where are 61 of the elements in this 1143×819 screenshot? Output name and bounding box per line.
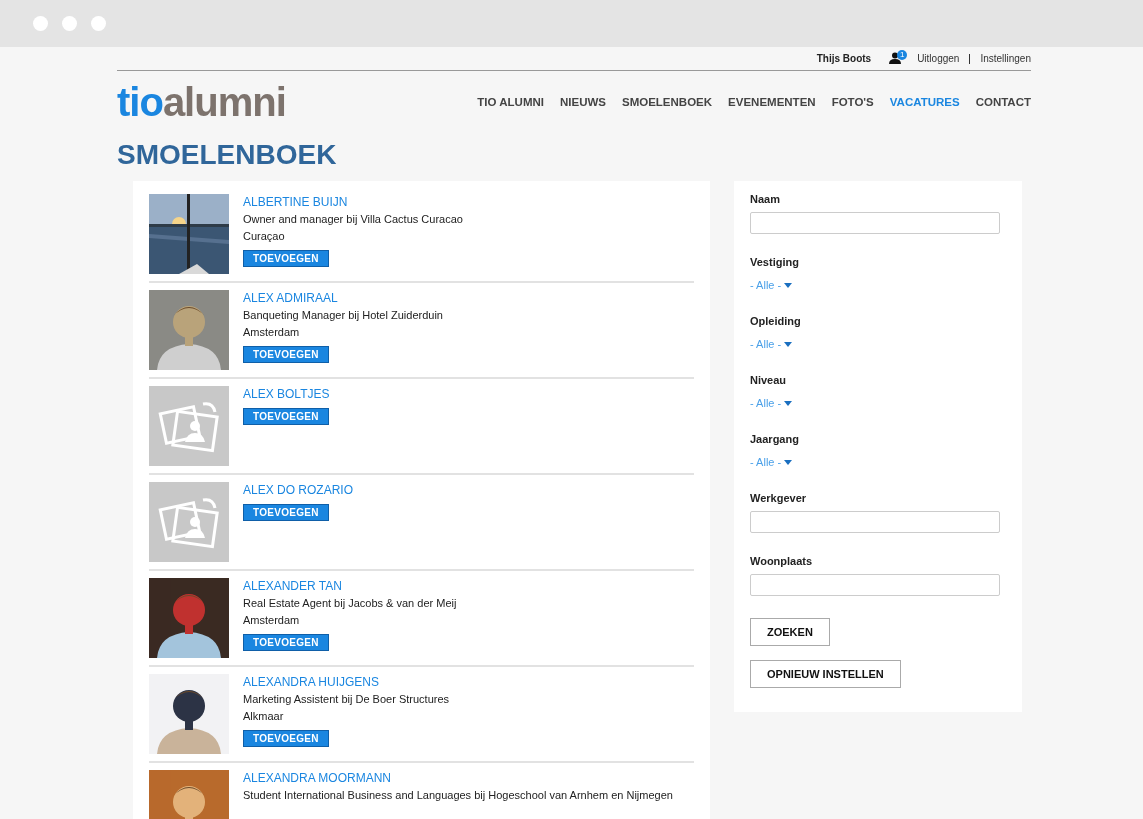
add-button[interactable]: TOEVOEGEN bbox=[243, 634, 329, 651]
person-name-link[interactable]: ALEX ADMIRAAL bbox=[243, 290, 338, 307]
add-button[interactable]: TOEVOEGEN bbox=[243, 250, 329, 267]
caret-icon bbox=[784, 400, 793, 406]
page-title: SMOELENBOEK bbox=[117, 139, 338, 171]
person-name-link[interactable]: ALEX DO ROZARIO bbox=[243, 482, 354, 499]
input-field[interactable] bbox=[750, 212, 1000, 234]
filter-button[interactable]: OPNIEUW INSTELLEN bbox=[750, 660, 901, 688]
dropdown[interactable]: - Alle - bbox=[750, 279, 793, 291]
job-title: Owner and manager bij Villa Cactus Curacao bbox=[243, 212, 463, 227]
job-title: Marketing Assistent bij De Boer Structures bbox=[243, 692, 450, 707]
caret-icon bbox=[784, 282, 793, 288]
person-name-link[interactable]: ALBERTINE BUIJN bbox=[243, 194, 348, 211]
nav-link[interactable]: FOTO'S bbox=[831, 96, 874, 108]
header-link[interactable]: Uitloggen bbox=[917, 53, 960, 64]
field-label: Werkgever bbox=[750, 492, 808, 504]
field-label: Naam bbox=[750, 193, 781, 205]
nav-link[interactable]: EVENEMENTEN bbox=[728, 96, 816, 108]
job-title: Real Estate Agent bij Jacobs & van der Meij bbox=[243, 596, 457, 611]
add-button[interactable]: TOEVOEGEN bbox=[243, 408, 329, 425]
dropdown[interactable]: - Alle - bbox=[750, 456, 793, 468]
filter-button[interactable]: ZOEKEN bbox=[750, 618, 830, 646]
person-name-link[interactable]: ALEXANDRA MOORMANN bbox=[243, 770, 392, 787]
nav-link[interactable]: CONTACT bbox=[975, 96, 1031, 108]
photo-placeholder-icon bbox=[149, 386, 229, 466]
person-name-link[interactable]: ALEX BOLTJES bbox=[243, 386, 330, 403]
window-dot bbox=[33, 16, 48, 31]
field-label: Jaargang bbox=[750, 433, 800, 445]
window-dot bbox=[91, 16, 106, 31]
nav-link[interactable]: VACATURES bbox=[889, 96, 960, 108]
city: Alkmaar bbox=[243, 709, 284, 724]
field-label: Vestiging bbox=[750, 256, 800, 268]
job-title: Banqueting Manager bij Hotel Zuiderduin bbox=[243, 308, 443, 323]
dropdown[interactable]: - Alle - bbox=[750, 397, 793, 409]
person-name-link[interactable]: ALEXANDRA HUIJGENS bbox=[243, 674, 380, 691]
photo-placeholder-icon bbox=[149, 482, 229, 562]
notification-badge: 1 bbox=[897, 49, 908, 60]
nav-link[interactable]: NIEUWS bbox=[560, 96, 606, 108]
dropdown[interactable]: - Alle - bbox=[750, 338, 793, 350]
window-dot bbox=[62, 16, 77, 31]
input-field[interactable] bbox=[750, 511, 1000, 533]
city: Amsterdam bbox=[243, 613, 300, 628]
person-name-link[interactable]: ALEXANDER TAN bbox=[243, 578, 342, 595]
user-name: Thijs Boots bbox=[816, 53, 872, 64]
city: Amsterdam bbox=[243, 325, 300, 340]
field-label: Opleiding bbox=[750, 315, 802, 327]
add-button[interactable]: TOEVOEGEN bbox=[243, 346, 329, 363]
job-title: Student International Business and Languages bij Hogeschool van Arnhem en Nijmegen bbox=[243, 788, 673, 803]
field-label: Woonplaats bbox=[750, 555, 814, 567]
city: Curaçao bbox=[243, 229, 285, 244]
add-button[interactable]: TOEVOEGEN bbox=[243, 730, 329, 747]
caret-icon bbox=[784, 341, 793, 347]
header-link[interactable]: Instellingen bbox=[980, 53, 1031, 64]
nav-link[interactable]: SMOELENBOEK bbox=[622, 96, 713, 108]
add-button[interactable]: TOEVOEGEN bbox=[243, 504, 329, 521]
field-label: Niveau bbox=[750, 374, 788, 386]
caret-icon bbox=[784, 459, 793, 465]
user-icon[interactable] bbox=[889, 51, 902, 64]
nav-link[interactable]: TIO ALUMNI bbox=[477, 96, 544, 108]
input-field[interactable] bbox=[750, 574, 1000, 596]
logo[interactable]: tioalumni bbox=[117, 79, 286, 125]
